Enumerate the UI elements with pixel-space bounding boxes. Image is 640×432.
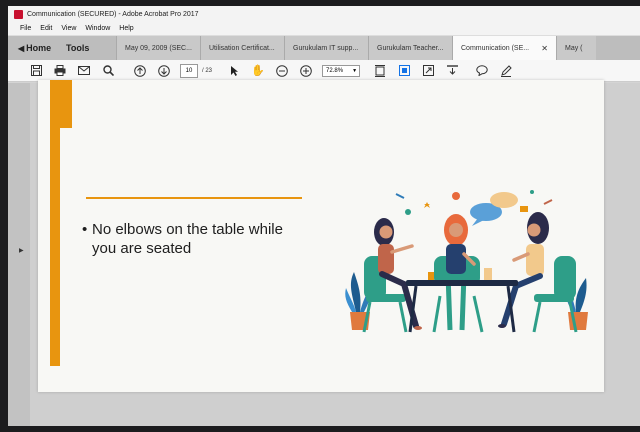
- menu-help[interactable]: Help: [119, 25, 133, 32]
- friends-at-table-illustration: [345, 190, 588, 333]
- menu-file[interactable]: File: [20, 25, 31, 32]
- woman-left-icon: [374, 218, 422, 330]
- doc-tab-label: Communication (SE...: [461, 44, 530, 52]
- doc-tab[interactable]: Gurukulam IT supp...: [284, 36, 368, 60]
- page-number-input[interactable]: 10: [180, 63, 198, 78]
- save-icon[interactable]: [24, 61, 48, 81]
- zoom-select[interactable]: 72.8% ▼: [322, 64, 361, 77]
- bullet-line-2: you are seated: [92, 240, 192, 257]
- menu-window[interactable]: Window: [85, 25, 110, 32]
- accent-bar-top: [50, 80, 72, 128]
- hand-icon[interactable]: ✋: [246, 61, 270, 81]
- woman-right-icon: [498, 212, 549, 328]
- page-total: / 23: [202, 67, 213, 74]
- accent-bar-left: [50, 128, 60, 366]
- acrobat-icon: [14, 9, 23, 19]
- bullet-line-1: No elbows on the table while: [92, 221, 283, 238]
- fullscreen-icon[interactable]: [416, 61, 440, 81]
- accent-rule: [86, 197, 302, 199]
- search-icon[interactable]: [96, 61, 120, 81]
- left-panel-strip[interactable]: ▶: [8, 83, 30, 426]
- home-label: Home: [26, 43, 52, 53]
- doc-tab[interactable]: Gurukulam Teacher...: [368, 36, 452, 60]
- doc-tab-label: Utilisation Certificat...: [209, 44, 275, 52]
- page-down-icon[interactable]: [152, 61, 176, 81]
- bullet-text: • No elbows on the table while you are s…: [82, 220, 332, 258]
- page-up-icon[interactable]: [128, 61, 152, 81]
- doc-tab-label: May 09, 2009 (SEC...: [125, 44, 192, 52]
- doc-tab-label: May (: [565, 44, 583, 52]
- doc-tab[interactable]: Utilisation Certificat...: [200, 36, 284, 60]
- fit-page-icon[interactable]: [368, 61, 392, 81]
- print-icon[interactable]: [48, 61, 72, 81]
- chevron-down-icon: ▼: [352, 67, 358, 74]
- expand-panel-icon[interactable]: ▶: [19, 247, 24, 254]
- zoom-in-icon[interactable]: [294, 61, 318, 81]
- select-arrow-icon[interactable]: [222, 61, 246, 81]
- read-mode-icon[interactable]: [440, 61, 464, 81]
- email-icon[interactable]: [72, 61, 96, 81]
- window-title: Communication (SECURED) - Adobe Acrobat …: [27, 10, 199, 18]
- menu-edit[interactable]: Edit: [40, 25, 52, 32]
- title-bar: Communication (SECURED) - Adobe Acrobat …: [8, 6, 640, 22]
- menu-bar: File Edit View Window Help: [8, 22, 640, 36]
- doc-tab-active[interactable]: Communication (SE... ✕: [452, 36, 556, 60]
- comment-icon[interactable]: [470, 61, 494, 81]
- tools-tab[interactable]: Tools: [60, 36, 116, 60]
- tab-bar: ◀ Home Tools May 09, 2009 (SEC... Utilis…: [8, 36, 640, 60]
- doc-tab-label: Gurukulam Teacher...: [377, 44, 444, 52]
- menu-view[interactable]: View: [61, 25, 76, 32]
- home-tab[interactable]: ◀ Home: [8, 36, 60, 60]
- bullet-icon: •: [82, 221, 88, 238]
- pen-icon[interactable]: [494, 61, 518, 81]
- chevron-left-icon: ◀: [18, 43, 25, 53]
- zoom-value: 72.8%: [326, 67, 344, 74]
- doc-tab[interactable]: May 09, 2009 (SEC...: [116, 36, 200, 60]
- toolbar: 10 / 23 ✋ 72.8% ▼: [8, 60, 640, 82]
- zoom-out-icon[interactable]: [270, 61, 294, 81]
- doc-tab[interactable]: May (: [556, 36, 596, 60]
- close-icon[interactable]: ✕: [541, 44, 548, 53]
- pdf-page: • No elbows on the table while you are s…: [38, 80, 604, 392]
- doc-tab-label: Gurukulam IT supp...: [293, 44, 359, 52]
- scroll-mode-icon[interactable]: [392, 61, 416, 81]
